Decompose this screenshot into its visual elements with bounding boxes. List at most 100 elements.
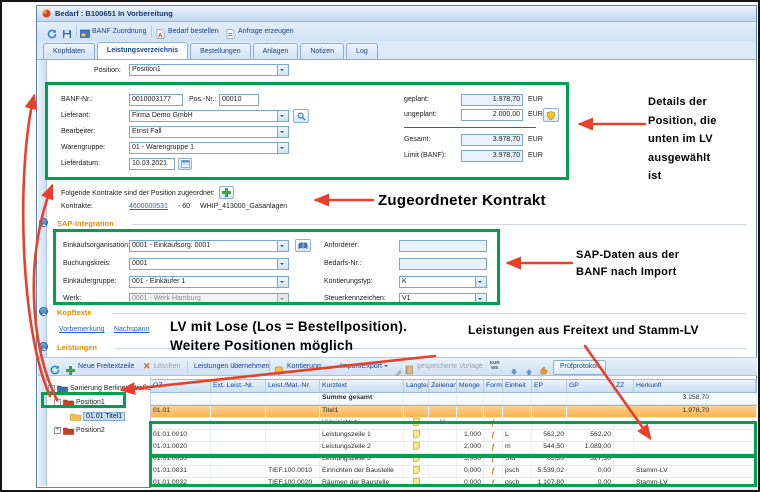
nachspann-link[interactable]: Nachspann [114, 326, 149, 333]
geplant-field: 1.978,70 [461, 94, 523, 106]
import-export-button[interactable]: Import/Export [340, 363, 388, 370]
toolbar-separator [151, 25, 152, 37]
lieferant-search-button[interactable] [293, 109, 309, 123]
position-select[interactable]: Position1 [129, 64, 289, 76]
einkaufsorganisation-select[interactable]: 0001 - Einkaufsorg. 0001 [129, 240, 289, 252]
kontierungstyp-select[interactable]: K [399, 276, 487, 288]
loeschen-button[interactable]: Löschen [154, 363, 180, 370]
expander-icon[interactable]: − [54, 399, 61, 406]
cell-langtext [404, 442, 429, 453]
cell-ep: 1.107,80 [532, 478, 567, 489]
kontrakt-name: WHIP_413000_Gasanlagen [200, 203, 287, 210]
tab-log[interactable]: Log [346, 43, 378, 59]
lieferdatum-field[interactable]: 10.03.2021 [129, 158, 175, 170]
expander-icon[interactable]: + [54, 427, 61, 434]
calendar-button[interactable] [178, 158, 192, 170]
cell-formel: ƒ [484, 418, 503, 429]
tree-item-projekt[interactable]: − Sanierung Berliner Straße [48, 382, 151, 394]
column-header-herkunft[interactable]: Herkunft [634, 380, 756, 392]
collapse-leistungen-icon[interactable] [39, 342, 48, 351]
column-header-einheit[interactable]: Einheit [503, 380, 532, 392]
vorbemerkung-link[interactable]: Vorbemerkung [59, 326, 105, 333]
table-row[interactable]: 01.01.0030Leistungszeile 35,000ƒStd65,50… [151, 454, 757, 466]
tree-item-titel1[interactable]: 01.01 Titel1 [70, 410, 125, 422]
table-row[interactable]: HinweistextHƒ [151, 418, 757, 430]
collapse-kopftexte-icon[interactable] [39, 307, 48, 316]
kontrakt-number-link[interactable]: 4600000531 [129, 203, 168, 210]
table-row[interactable]: 01.01.0010Leistungszeile 11,000ƒL562,205… [151, 430, 757, 442]
buchungskreis-select[interactable]: 0001 [129, 258, 289, 270]
formel-icon: ƒ [491, 454, 495, 463]
tree-item-label: 01.01 Titel1 [83, 412, 125, 421]
gespeicherte-vorlage-button[interactable]: gespeicherte Vorlage [417, 363, 483, 370]
cell-oz: 01.01.0031 [151, 466, 211, 477]
left-panel-strip[interactable] [38, 60, 47, 486]
neue-freitextzeile-button[interactable]: Neue Freitextzeile [78, 363, 134, 370]
cell-kurztext: Einrichten der Baustelle [320, 466, 404, 477]
pos-nr-field[interactable]: 00010 [219, 94, 259, 106]
column-header-formel[interactable]: Formel [484, 380, 503, 392]
table-row[interactable]: 01.01.0032TIEF.100.0020Räumen der Bauste… [151, 478, 757, 490]
ungeplant-field[interactable]: 2.000,00 [461, 109, 523, 121]
cell-zeilenart [429, 393, 457, 404]
tree-item-label: Sanierung Berliner Straße [70, 385, 151, 392]
tab-notizen[interactable]: Notizen [300, 43, 344, 59]
column-header-zz[interactable]: ZZ [614, 380, 634, 392]
einkaeufergruppe-select[interactable]: 001 - Einkäufer 1 [129, 276, 289, 288]
ungeplant-value: 2.000,00 [493, 111, 520, 118]
column-header-ep[interactable]: EP [532, 380, 567, 392]
refresh-icon[interactable] [50, 362, 60, 380]
steuerkennzeichen-select[interactable]: V1 [399, 293, 487, 305]
cell-gp [567, 418, 614, 429]
sap-sync-icon [298, 242, 308, 250]
pruefprotokoll-button[interactable]: Prüfprotokoll [553, 360, 606, 375]
column-header-oz[interactable]: OZ [151, 380, 211, 392]
eur-we-icon[interactable]: EURWE [490, 361, 500, 370]
column-header-leist-mat-nr-[interactable]: Leist./Mat.-Nr. [266, 380, 320, 392]
bedarf-bestellen-button[interactable]: Bedarf bestellen [168, 28, 219, 35]
cell-herkunft [634, 442, 757, 453]
column-header-zeilenart[interactable]: Zeilenart [429, 380, 457, 392]
leistungen-uebernehmen-button[interactable]: Leistungen übernehmen [194, 363, 270, 370]
add-icon [66, 362, 75, 380]
lieferant-select[interactable]: Firma Demo GmbH [129, 110, 289, 122]
tab-kopfdaten[interactable]: Kopfdaten [43, 43, 95, 59]
table-row[interactable]: Summe gesamt3.258,70 [151, 393, 757, 405]
anfrage-erzeugen-button[interactable]: Anfrage erzeugen [238, 28, 294, 35]
banf-nr-field[interactable]: 0010003177 [129, 94, 183, 106]
table-row[interactable]: 01.01Titel11.978,70 [151, 405, 757, 418]
cell-menge [457, 393, 484, 404]
lieferdatum-label: Lieferdatum: [61, 160, 100, 167]
ungeplant-shield-button[interactable] [543, 108, 559, 122]
add-kontrakt-button[interactable] [219, 186, 234, 199]
hand-icon[interactable] [539, 362, 548, 380]
cell-zeilenart [429, 406, 457, 417]
warengruppe-select[interactable]: 01 - Warengruppe 1 [129, 142, 289, 154]
bearbeiter-select[interactable]: Ernst Fall [129, 126, 289, 138]
column-header-langtext[interactable]: Langtext [404, 380, 429, 392]
tab-bestellungen[interactable]: Bestellungen [190, 43, 250, 59]
folder-icon [57, 384, 68, 393]
tree-item-position2[interactable]: + Position2 [54, 424, 105, 436]
table-row[interactable]: 01.01.0020Leistungszeile 22,000ƒm544,501… [151, 442, 757, 454]
column-header-kurztext[interactable]: Kurztext [320, 380, 404, 392]
cell-ext-leist-nr [211, 454, 266, 465]
expander-icon[interactable]: − [48, 385, 55, 392]
tab-anlagen[interactable]: Anlagen [253, 43, 299, 59]
collapse-sap-icon[interactable] [39, 218, 48, 227]
column-header-ext-leist-nr-[interactable]: Ext. Leist.-Nr. [211, 380, 266, 392]
column-header-gp[interactable]: GP [567, 380, 614, 392]
steuerkennzeichen-value: V1 [400, 294, 475, 304]
tab-leistungsverzeichnis[interactable]: Leistungsverzeichnis [97, 42, 188, 59]
formel-icon: ƒ [491, 418, 495, 427]
cell-ext-leist-nr [211, 442, 266, 453]
limit-banf-value: 3.978,70 [493, 152, 520, 159]
sap-sync-button[interactable] [295, 239, 311, 252]
kontierung-button[interactable]: Kontierung [287, 363, 321, 370]
cell-leist-mat-nr [266, 430, 320, 441]
column-header-menge[interactable]: Menge [457, 380, 484, 392]
banf-zuordnung-button[interactable]: BANF Zuordnung [92, 28, 146, 35]
table-row[interactable]: 01.01.0031TIEF.100.0010Einrichten der Ba… [151, 466, 757, 478]
cell-gp: 1.978,70 [567, 406, 757, 417]
tree-item-position1[interactable]: − Position1 [54, 396, 105, 408]
